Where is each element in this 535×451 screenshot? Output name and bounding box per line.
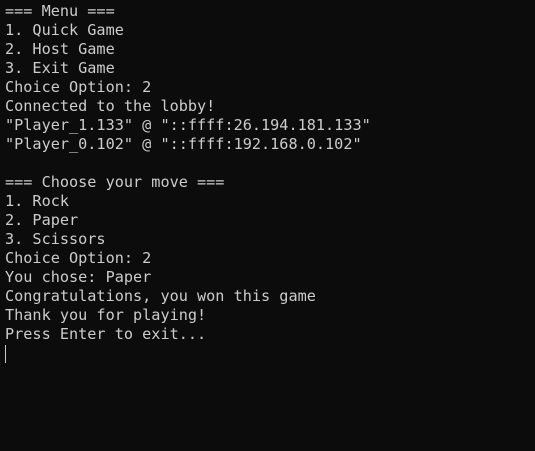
move-option-rock: 1. Rock bbox=[5, 192, 70, 210]
menu-option-host-game: 2. Host Game bbox=[5, 40, 115, 58]
menu-choice-line: Choice Option: 2 bbox=[5, 78, 152, 96]
lobby-player-line: "Player_0.102" @ "::ffff:192.168.0.102" bbox=[5, 135, 362, 153]
chosen-move-line: You chose: Paper bbox=[5, 268, 152, 286]
move-menu-header: === Choose your move === bbox=[5, 173, 225, 191]
move-option-paper: 2. Paper bbox=[5, 211, 79, 229]
lobby-player-line: "Player_1.133" @ "::ffff:26.194.181.133" bbox=[5, 116, 371, 134]
lobby-status-line: Connected to the lobby! bbox=[5, 97, 216, 115]
game-result-line: Congratulations, you won this game bbox=[5, 287, 316, 305]
input-line[interactable] bbox=[5, 344, 535, 363]
move-choice-line: Choice Option: 2 bbox=[5, 249, 152, 267]
terminal-window[interactable]: === Menu === 1. Quick Game 2. Host Game … bbox=[0, 0, 535, 451]
menu-option-exit-game: 3. Exit Game bbox=[5, 59, 115, 77]
thank-you-line: Thank you for playing! bbox=[5, 306, 207, 324]
menu-option-quick-game: 1. Quick Game bbox=[5, 21, 124, 39]
exit-prompt-line: Press Enter to exit... bbox=[5, 325, 207, 343]
menu-header: === Menu === bbox=[5, 2, 115, 20]
move-option-scissors: 3. Scissors bbox=[5, 230, 106, 248]
text-cursor bbox=[5, 345, 6, 363]
